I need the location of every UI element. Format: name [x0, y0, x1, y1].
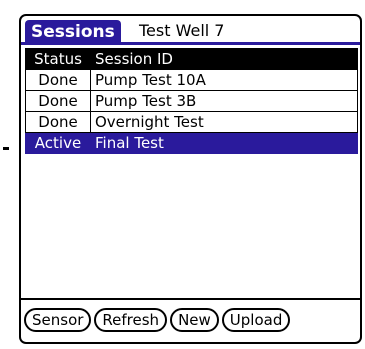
sessions-screen: Sessions Test Well 7 Status Session ID D… [19, 14, 362, 344]
row-session-id: Overnight Test [90, 111, 358, 133]
app-title-tab[interactable]: Sessions [25, 20, 121, 45]
title-bar: Sessions Test Well 7 [21, 16, 360, 45]
button-bar-divider [21, 298, 360, 300]
column-header-session-id[interactable]: Session ID [90, 48, 358, 70]
row-status: Active [25, 132, 91, 154]
refresh-button[interactable]: Refresh [94, 308, 168, 332]
table-row[interactable]: Done Pump Test 3B [25, 90, 358, 112]
row-session-id: Final Test [90, 132, 358, 154]
row-session-id: Pump Test 3B [90, 90, 358, 112]
column-header-status[interactable]: Status [25, 48, 91, 70]
new-button[interactable]: New [170, 308, 219, 332]
row-session-id: Pump Test 10A [90, 69, 358, 91]
margin-marker [3, 147, 9, 150]
sessions-table: Status Session ID Done Pump Test 10A Don… [25, 48, 358, 154]
row-status: Done [25, 69, 91, 91]
table-header-row: Status Session ID [25, 48, 358, 70]
row-status: Done [25, 90, 91, 112]
table-row[interactable]: Done Pump Test 10A [25, 69, 358, 91]
table-row-selected[interactable]: Active Final Test [25, 132, 358, 154]
button-bar: Sensor Refresh New Upload [24, 308, 291, 332]
well-name-label: Test Well 7 [139, 21, 225, 40]
sensor-button[interactable]: Sensor [24, 308, 92, 332]
table-row[interactable]: Done Overnight Test [25, 111, 358, 133]
row-status: Done [25, 111, 91, 133]
upload-button[interactable]: Upload [221, 308, 291, 332]
